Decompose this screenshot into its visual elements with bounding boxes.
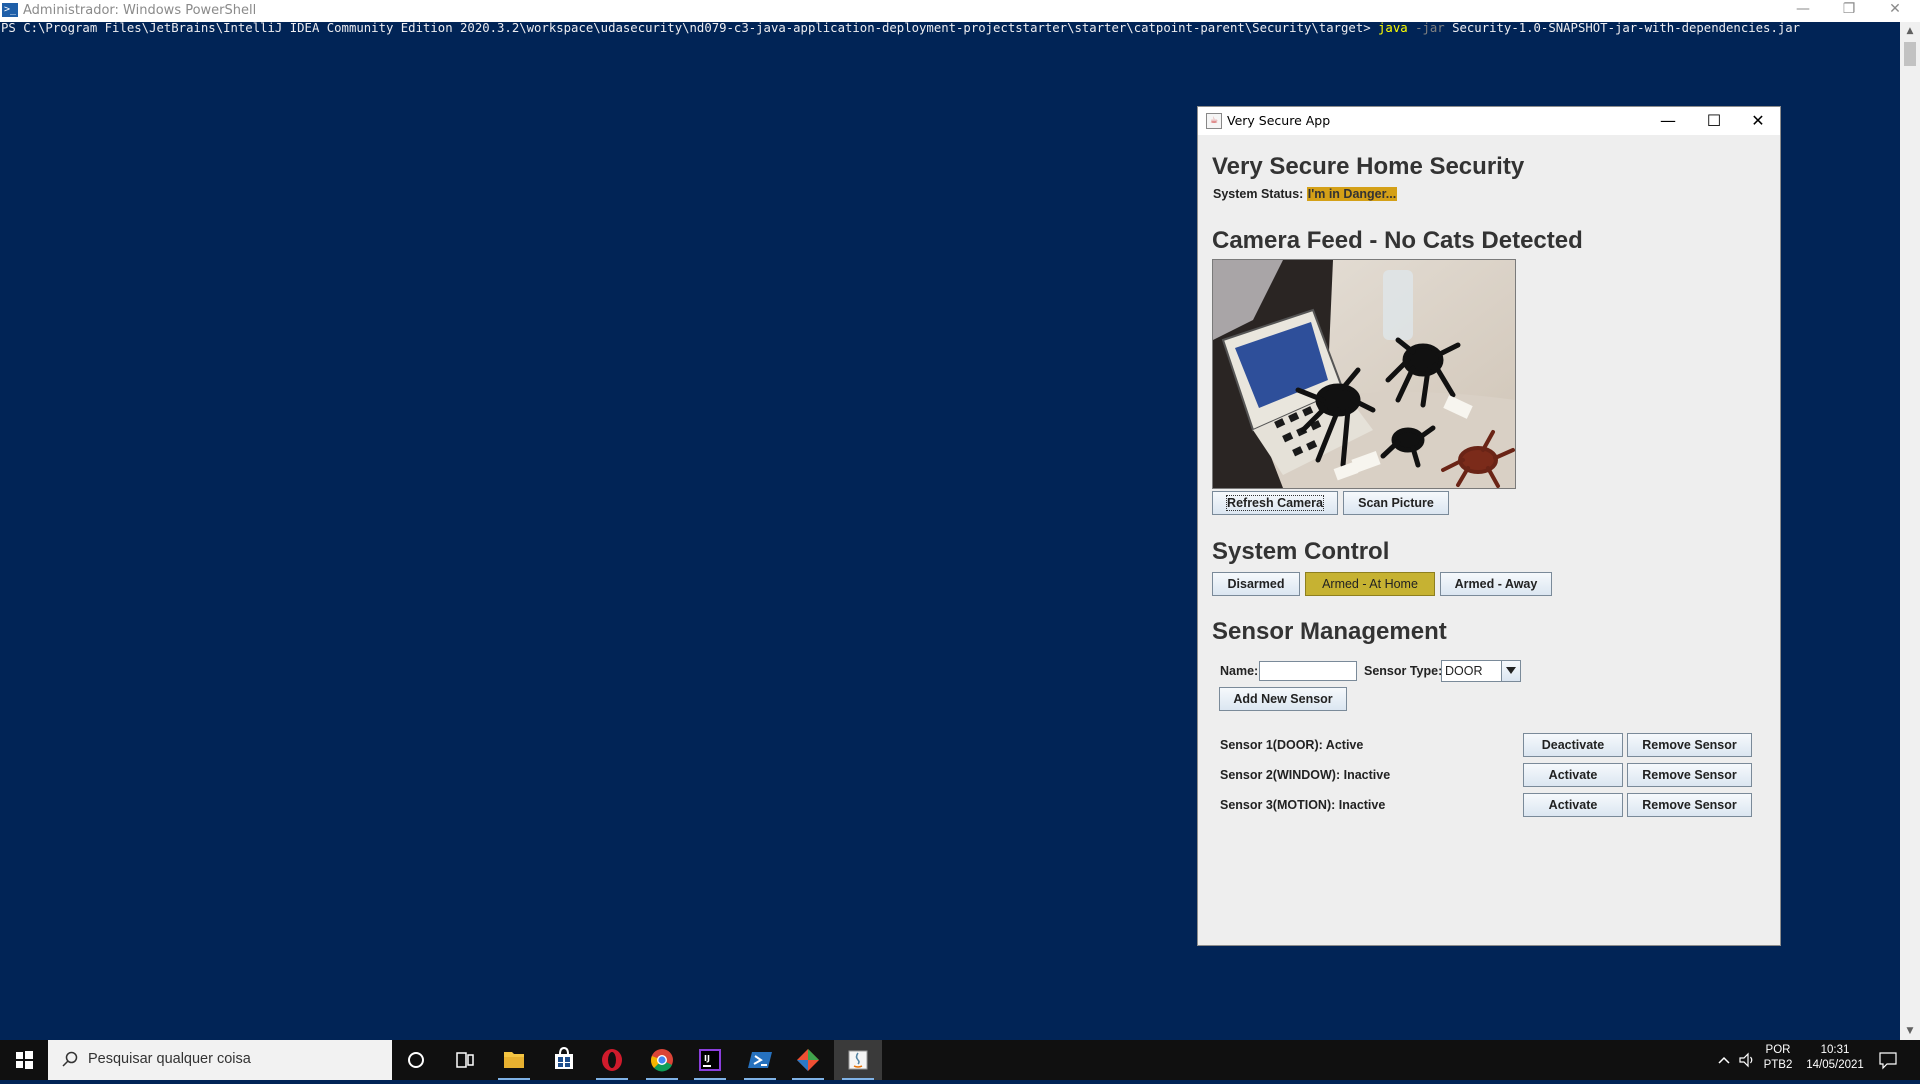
- sensor-type-label: Sensor Type:: [1364, 664, 1443, 678]
- sensor-toggle-button[interactable]: Deactivate: [1523, 733, 1623, 757]
- sensor-management-heading: Sensor Management: [1212, 618, 1447, 645]
- cortana-button[interactable]: [392, 1040, 440, 1080]
- powershell-titlebar: >_ Administrador: Windows PowerShell — ❐…: [0, 0, 1920, 22]
- console-command: java: [1378, 21, 1408, 35]
- powershell-scrollbar[interactable]: ▲ ▼: [1900, 22, 1920, 1040]
- app-maximize-button[interactable]: ☐: [1692, 109, 1736, 133]
- search-icon: [62, 1051, 78, 1067]
- java-app-icon: ☕: [1206, 113, 1222, 129]
- intellij-button[interactable]: IJ: [686, 1040, 734, 1080]
- app-close-button[interactable]: ✕: [1736, 109, 1780, 133]
- powershell-icon: [748, 1052, 772, 1068]
- app-window-title: Very Secure App: [1227, 113, 1331, 128]
- volume-icon[interactable]: [1738, 1051, 1756, 1069]
- sensor-row-label: Sensor 1(DOOR): Active: [1220, 738, 1364, 752]
- sensor-type-value: DOOR: [1445, 664, 1483, 678]
- chrome-button[interactable]: [638, 1040, 686, 1080]
- svg-text:IJ: IJ: [704, 1054, 710, 1063]
- system-status-label: System Status:: [1213, 187, 1304, 201]
- powershell-window-icon: >_: [2, 3, 18, 17]
- add-new-sensor-button[interactable]: Add New Sensor: [1219, 687, 1347, 711]
- remove-sensor-button[interactable]: Remove Sensor: [1627, 793, 1752, 817]
- powershell-button[interactable]: [736, 1040, 784, 1080]
- app-minimize-button[interactable]: —: [1646, 109, 1690, 133]
- system-control-heading: System Control: [1212, 538, 1390, 565]
- start-button[interactable]: [0, 1040, 48, 1080]
- file-explorer-button[interactable]: [490, 1040, 538, 1080]
- scroll-down-icon[interactable]: ▼: [1900, 1022, 1920, 1040]
- system-status-value: I'm in Danger...: [1306, 187, 1398, 201]
- refresh-camera-button[interactable]: Refresh Camera: [1212, 491, 1338, 515]
- file-explorer-icon: [504, 1052, 524, 1068]
- sensor-name-input[interactable]: [1259, 661, 1357, 681]
- chrome-icon: [651, 1049, 673, 1072]
- app-heading: Very Secure Home Security: [1212, 153, 1525, 180]
- java-icon: [848, 1050, 868, 1070]
- sensor-toggle-button[interactable]: Activate: [1523, 763, 1623, 787]
- start-icon: [16, 1051, 33, 1069]
- java-app-button[interactable]: [834, 1040, 882, 1080]
- remove-sensor-button[interactable]: Remove Sensor: [1627, 763, 1752, 787]
- camera-heading: Camera Feed - No Cats Detected: [1212, 227, 1583, 254]
- system-status: System Status: I'm in Danger...: [1213, 187, 1398, 201]
- powershell-console[interactable]: PS C:\Program Files\JetBrains\IntelliJ I…: [1, 21, 1800, 35]
- language-indicator[interactable]: POR PTB2: [1760, 1044, 1796, 1071]
- sensor-name-label: Name:: [1220, 664, 1259, 678]
- task-view-icon: [456, 1052, 474, 1068]
- powershell-close-button[interactable]: ✕: [1880, 1, 1910, 17]
- sensor-type-select[interactable]: DOOR: [1441, 660, 1521, 682]
- armed-at-home-button[interactable]: Armed - At Home: [1305, 572, 1435, 596]
- tray-chevron-icon[interactable]: [1717, 1054, 1731, 1066]
- sensor-row-label: Sensor 2(WINDOW): Inactive: [1220, 768, 1391, 782]
- app-titlebar: ☕ Very Secure App — ☐ ✕: [1198, 107, 1780, 135]
- console-param: -jar: [1415, 21, 1445, 35]
- remove-sensor-button[interactable]: Remove Sensor: [1627, 733, 1752, 757]
- store-button[interactable]: [540, 1040, 588, 1080]
- scroll-up-icon[interactable]: ▲: [1900, 22, 1920, 40]
- opera-button[interactable]: [588, 1040, 636, 1080]
- search-placeholder: Pesquisar qualquer coisa: [88, 1051, 251, 1067]
- taskbar: Pesquisar qualquer coisa IJ POR PTB2 10:…: [0, 1040, 1920, 1080]
- console-argument: Security-1.0-SNAPSHOT-jar-with-dependenc…: [1452, 21, 1801, 35]
- very-secure-app-window: ☕ Very Secure App — ☐ ✕ Very Secure Home…: [1197, 106, 1781, 946]
- notification-icon[interactable]: [1878, 1050, 1898, 1070]
- scroll-thumb[interactable]: [1904, 42, 1916, 66]
- opera-icon: [602, 1049, 622, 1071]
- intellij-icon: IJ: [699, 1049, 721, 1071]
- armed-away-button[interactable]: Armed - Away: [1440, 572, 1552, 596]
- powershell-window-title: Administrador: Windows PowerShell: [23, 3, 257, 18]
- clock[interactable]: 10:31 14/05/2021: [1800, 1044, 1870, 1071]
- sensor-toggle-button[interactable]: Activate: [1523, 793, 1623, 817]
- scan-picture-button[interactable]: Scan Picture: [1343, 491, 1449, 515]
- disarmed-button[interactable]: Disarmed: [1212, 572, 1300, 596]
- powershell-minimize-button[interactable]: —: [1788, 1, 1818, 17]
- store-icon: [555, 1046, 573, 1069]
- git-icon: [797, 1049, 819, 1071]
- git-button[interactable]: [784, 1040, 832, 1080]
- camera-feed-image: [1212, 259, 1516, 489]
- sensor-row-label: Sensor 3(MOTION): Inactive: [1220, 798, 1386, 812]
- taskbar-search-box[interactable]: Pesquisar qualquer coisa: [48, 1040, 392, 1080]
- task-view-button[interactable]: [440, 1040, 488, 1080]
- console-prompt: PS C:\Program Files\JetBrains\IntelliJ I…: [1, 21, 1379, 35]
- powershell-restore-button[interactable]: ❐: [1834, 1, 1864, 17]
- cortana-icon: [408, 1052, 424, 1068]
- chevron-down-icon[interactable]: [1501, 661, 1520, 681]
